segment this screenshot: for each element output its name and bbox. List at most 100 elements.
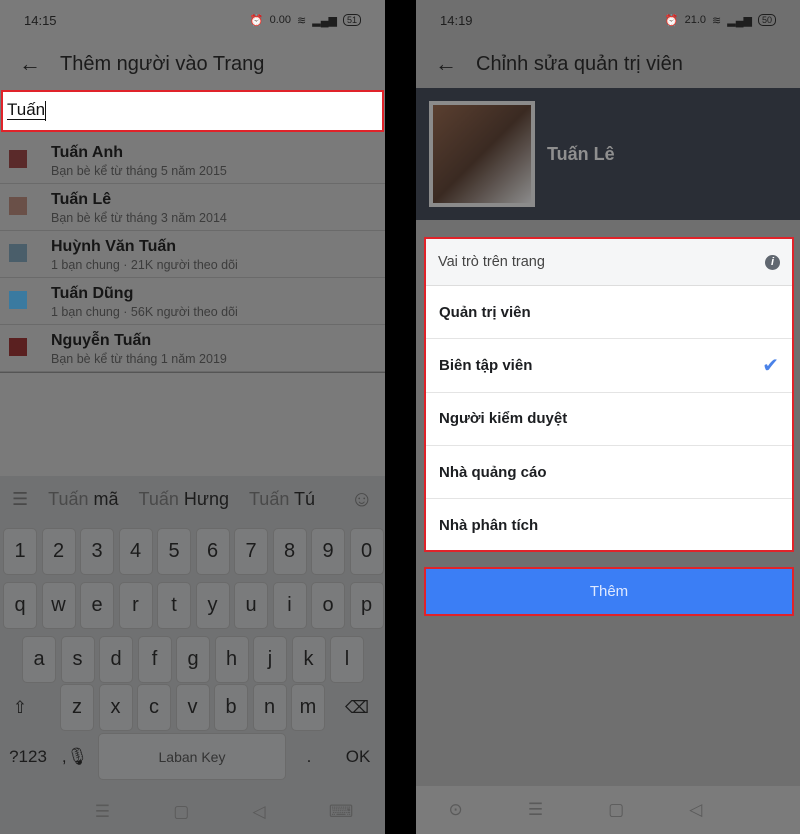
key-7[interactable]: 7 (234, 528, 268, 575)
result-row[interactable]: Tuấn Anh Bạn bè kể từ tháng 5 năm 2015 (0, 137, 385, 184)
result-name: Huỳnh Văn Tuấn (51, 238, 177, 255)
result-row[interactable]: Tuấn Lê Bạn bè kể từ tháng 3 năm 2014 (0, 184, 385, 231)
suggestion-prefix: Tuấn (48, 488, 89, 509)
key-w[interactable]: w (41, 582, 76, 629)
result-subtitle: 1 bạn chung · 21K người theo dõi (51, 258, 238, 272)
result-name: Nguyễn Tuấn (51, 332, 152, 349)
key-z[interactable]: z (60, 684, 94, 731)
role-label: Nhà quảng cáo (439, 463, 547, 481)
shift-key-icon[interactable]: ⇧ (3, 684, 37, 731)
nav-bar: ☰ ▢ ◁ ⌨ (0, 790, 385, 834)
key-h[interactable]: h (214, 636, 249, 683)
key-1[interactable]: 1 (3, 528, 37, 575)
add-button[interactable]: Thêm (424, 567, 794, 616)
menu-icon[interactable]: ☰ (12, 489, 28, 510)
key-t[interactable]: t (157, 582, 191, 629)
nav-bar: ⊙ ☰ ▢ ◁ (416, 786, 800, 834)
key-v[interactable]: v (175, 684, 210, 731)
result-subtitle: Bạn bè kể từ tháng 1 năm 2019 (51, 352, 227, 366)
suggestion[interactable]: Tuấn Hưng (139, 489, 229, 510)
role-option[interactable]: Biên tập viên ✔ (426, 339, 792, 393)
key-i[interactable]: i (272, 582, 307, 629)
key-ok[interactable]: OK (338, 733, 378, 780)
wifi-icon: ≋ (712, 14, 722, 27)
key-f[interactable]: f (137, 636, 172, 683)
status-time: 14:19 (440, 12, 473, 28)
app-bar: ← Chỉnh sửa quản trị viên (416, 40, 800, 88)
home-icon[interactable]: ▢ (608, 800, 624, 820)
key-q[interactable]: q (3, 582, 37, 629)
assistant-icon[interactable]: ⊙ (449, 800, 463, 820)
result-row[interactable]: Huỳnh Văn Tuấn 1 bạn chung · 21K người th… (0, 231, 385, 278)
menu-nav-icon[interactable]: ☰ (95, 802, 110, 822)
key-p[interactable]: p (349, 582, 384, 629)
role-option[interactable]: Quản trị viên (426, 286, 792, 340)
key-s[interactable]: s (60, 636, 95, 683)
key-space[interactable]: Laban Key (98, 733, 286, 780)
status-bar: 14:19 ⏰ 21.0 ≋ ▂▄▆ 50 (416, 0, 800, 40)
key-0[interactable]: 0 (349, 528, 384, 575)
key-9[interactable]: 9 (311, 528, 345, 575)
role-option[interactable]: Nhà quảng cáo (426, 446, 792, 500)
suggestion[interactable]: Tuấn mã (48, 489, 118, 510)
search-value: Tuấn (7, 100, 46, 120)
key-period[interactable]: . (292, 733, 326, 780)
roles-header-label: Vai trò trên trang (438, 254, 545, 270)
info-icon[interactable]: i (765, 254, 780, 270)
key-u[interactable]: u (234, 582, 268, 629)
key-d[interactable]: d (99, 636, 133, 683)
back-nav-icon[interactable]: ◁ (689, 800, 702, 820)
search-input[interactable]: Tuấn (1, 90, 384, 132)
backspace-key-icon[interactable]: ⌫ (340, 684, 374, 731)
key-8[interactable]: 8 (272, 528, 307, 575)
back-arrow-icon[interactable]: ← (0, 51, 60, 77)
key-c[interactable]: c (137, 684, 171, 731)
key-a[interactable]: a (22, 636, 56, 683)
key-n[interactable]: n (252, 684, 287, 731)
key-4[interactable]: 4 (118, 528, 153, 575)
key-comma-mic[interactable]: ,🎙 (58, 733, 92, 780)
alarm-icon: ⏰ (249, 14, 264, 27)
key-y[interactable]: y (195, 582, 230, 629)
key-j[interactable]: j (253, 636, 287, 683)
avatar (9, 291, 27, 309)
role-option[interactable]: Nhà phân tích (426, 499, 792, 552)
alarm-icon: ⏰ (664, 14, 679, 27)
key-m[interactable]: m (291, 684, 325, 731)
result-row[interactable]: Nguyễn Tuấn Bạn bè kể từ tháng 1 năm 2019 (0, 325, 385, 372)
key-r[interactable]: r (118, 582, 153, 629)
result-row[interactable]: Tuấn Dũng 1 bạn chung · 56K người theo dõ… (0, 278, 385, 325)
back-nav-icon[interactable]: ◁ (253, 802, 266, 822)
battery-icon: 50 (757, 14, 776, 26)
suggestion-word: Tú (294, 488, 316, 509)
emoji-icon[interactable]: ☺ (351, 486, 373, 512)
role-label: Quản trị viên (439, 303, 531, 321)
key-e[interactable]: e (80, 582, 114, 629)
key-3[interactable]: 3 (80, 528, 114, 575)
home-icon[interactable]: ▢ (173, 802, 189, 822)
back-arrow-icon[interactable]: ← (416, 51, 476, 77)
menu-nav-icon[interactable]: ☰ (528, 800, 543, 820)
signal-icon: ▂▄▆ (312, 14, 337, 27)
key-2[interactable]: 2 (41, 528, 76, 575)
key-g[interactable]: g (176, 636, 210, 683)
net-speed: 21.0 (684, 14, 707, 26)
suggestion-prefix: Tuấn (138, 488, 179, 509)
key-6[interactable]: 6 (195, 528, 230, 575)
key-o[interactable]: o (311, 582, 345, 629)
profile-name: Tuấn Lê (547, 144, 615, 164)
key-l[interactable]: l (330, 636, 364, 683)
suggestion-bar: ☰ Tuấn mã Tuấn Hưng Tuấn Tú ☺ (0, 476, 385, 522)
key-b[interactable]: b (214, 684, 248, 731)
status-time: 14:15 (24, 12, 57, 28)
key-k[interactable]: k (291, 636, 326, 683)
key-x[interactable]: x (98, 684, 133, 731)
role-option[interactable]: Người kiểm duyệt (426, 393, 792, 446)
suggestion[interactable]: Tuấn Tú (249, 489, 315, 510)
avatar (9, 197, 27, 215)
signal-icon: ▂▄▆ (727, 14, 752, 27)
key-5[interactable]: 5 (157, 528, 191, 575)
key-symbols[interactable]: ?123 (6, 733, 50, 780)
profile-picture (429, 101, 535, 207)
keyboard-icon[interactable]: ⌨ (329, 802, 354, 822)
